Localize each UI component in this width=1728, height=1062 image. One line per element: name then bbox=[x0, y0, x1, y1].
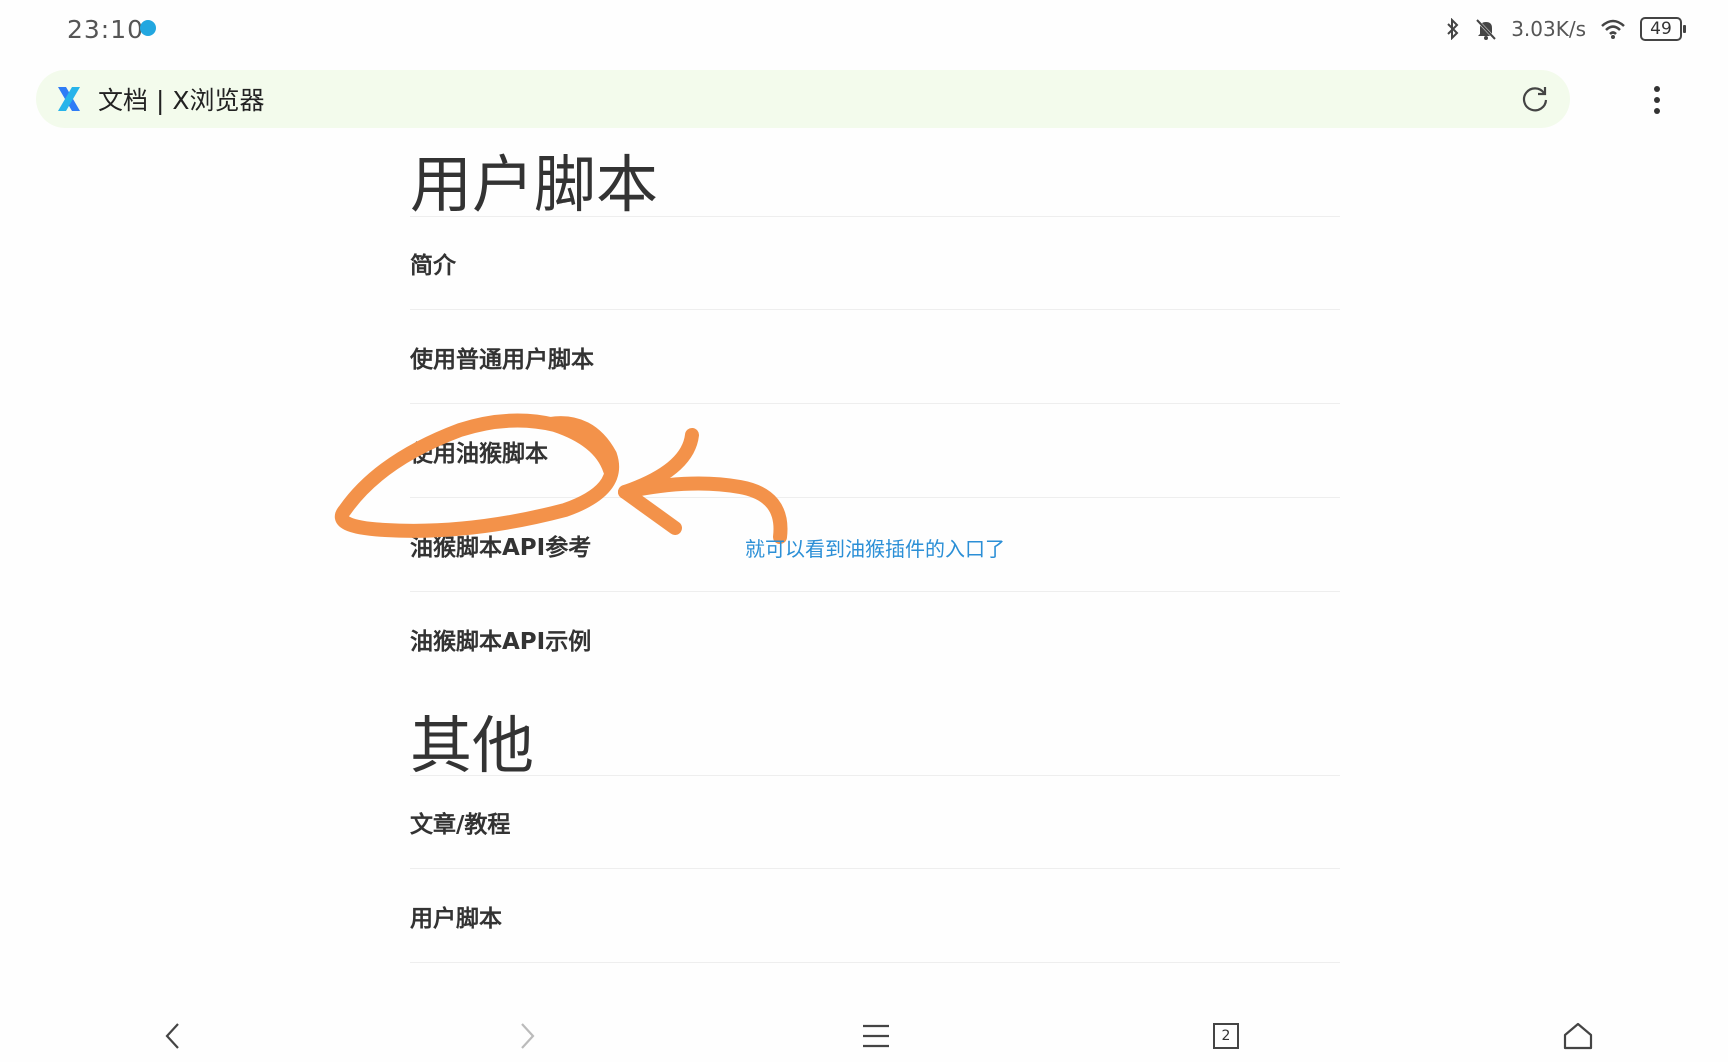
other-nav-list: 文章/教程 用户脚本 bbox=[410, 775, 1340, 963]
status-time: 23:10 bbox=[67, 15, 145, 44]
reload-button[interactable] bbox=[1518, 82, 1552, 116]
annotation-text: 就可以看到油猴插件的入口了 bbox=[745, 537, 1005, 561]
nav-item-userscripts[interactable]: 用户脚本 bbox=[410, 869, 1340, 963]
more-menu-button[interactable] bbox=[1640, 80, 1674, 120]
userscripts-nav-list: 简介 使用普通用户脚本 使用油猴脚本 油猴脚本API参考 油猴脚本API示例 bbox=[410, 216, 1340, 686]
wifi-icon bbox=[1601, 19, 1625, 39]
status-icons: 3.03K/s 49 bbox=[1445, 14, 1686, 44]
forward-button[interactable] bbox=[505, 1014, 549, 1058]
bluetooth-icon bbox=[1447, 18, 1459, 40]
home-icon bbox=[1563, 1022, 1593, 1050]
forward-icon bbox=[521, 1023, 535, 1049]
page-title: 文档 | X浏览器 bbox=[98, 86, 265, 115]
more-vertical-icon bbox=[1654, 86, 1660, 114]
notification-dot-icon bbox=[140, 20, 156, 36]
nav-item-api-examples[interactable]: 油猴脚本API示例 bbox=[410, 592, 1340, 686]
battery-icon: 49 bbox=[1640, 17, 1686, 41]
menu-button[interactable] bbox=[854, 1014, 898, 1058]
hamburger-menu-icon bbox=[863, 1024, 889, 1048]
address-bar[interactable]: 文档 | X浏览器 bbox=[36, 70, 1570, 128]
nav-item-articles[interactable]: 文章/教程 bbox=[410, 775, 1340, 869]
back-icon bbox=[165, 1023, 179, 1049]
nav-item-tampermonkey[interactable]: 使用油猴脚本 bbox=[410, 404, 1340, 498]
x-browser-logo-icon bbox=[58, 87, 80, 111]
home-button[interactable] bbox=[1556, 1014, 1600, 1058]
bottom-toolbar: 2 bbox=[0, 1010, 1728, 1062]
nav-item-intro[interactable]: 简介 bbox=[410, 216, 1340, 310]
back-button[interactable] bbox=[151, 1014, 195, 1058]
net-speed: 3.03K/s bbox=[1511, 17, 1586, 41]
tabs-icon: 2 bbox=[1213, 1023, 1239, 1049]
section-heading-userscripts: 用户脚本 bbox=[410, 148, 659, 221]
reload-icon bbox=[1522, 87, 1548, 112]
tabs-button[interactable]: 2 bbox=[1204, 1014, 1248, 1058]
nav-item-normal-userscript[interactable]: 使用普通用户脚本 bbox=[410, 310, 1340, 404]
status-bar: 23:10 3.03K/s 49 bbox=[0, 0, 1728, 58]
section-heading-other: 其他 bbox=[410, 709, 535, 782]
mute-bell-icon bbox=[1476, 18, 1497, 40]
